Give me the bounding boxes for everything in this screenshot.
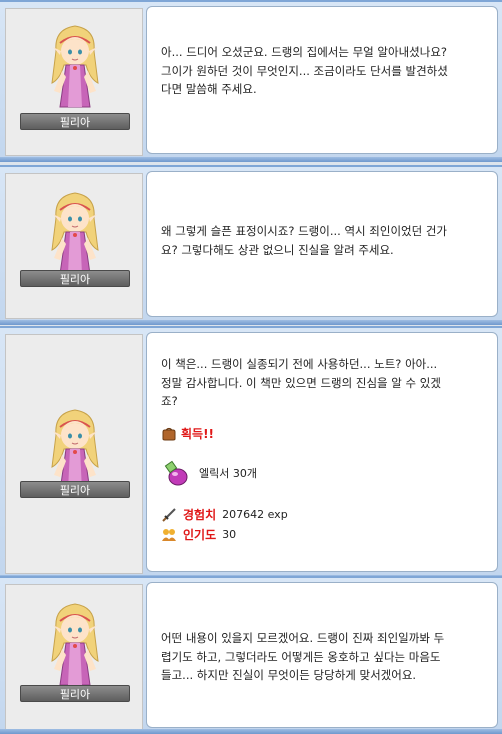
npc-portrait [40, 188, 110, 278]
npc-panel: 필리아 [5, 334, 143, 574]
dialog-text: 왜 그렇게 슬픈 표정이시죠? 드랭이... 역시 죄인이었던 건가 요? 그렇… [161, 224, 447, 257]
dialog-text-box: 왜 그렇게 슬픈 표정이시죠? 드랭이... 역시 죄인이었던 건가 요? 그렇… [146, 171, 498, 317]
npc-nameplate: 필리아 [20, 270, 130, 287]
exp-label: 경험치 [183, 508, 217, 522]
dialog-text: 아... 드디어 오셨군요. 드랭의 집에서는 무얼 알아내셨나요? 그이가 원… [161, 45, 448, 96]
npc-nameplate: 필리아 [20, 481, 130, 498]
exp-value: 207642 exp [222, 508, 288, 521]
fame-label: 인기도 [183, 528, 217, 542]
dialog-text-box: 아... 드디어 오셨군요. 드랭의 집에서는 무얼 알아내셨나요? 그이가 원… [146, 6, 498, 154]
reward-item-name: 엘릭서 30개 [199, 467, 257, 480]
npc-dialog-3: 필리아 이 책은... 드랭이 실종되기 전에 사용하던... 노트? 아아..… [0, 326, 502, 580]
fame-people-icon [162, 528, 176, 541]
sword-icon [162, 507, 176, 522]
npc-nameplate: 필리아 [20, 685, 130, 702]
bag-icon [162, 427, 176, 440]
dialog-text-box: 어떤 내용이 있을지 모르겠어요. 드랭이 진짜 죄인일까봐 두 렵기도 하고,… [146, 582, 498, 728]
npc-nameplate: 필리아 [20, 113, 130, 130]
npc-dialog-stack: 필리아 아... 드디어 오셨군요. 드랭의 집에서는 무얼 알아내셨나요? 그… [0, 0, 502, 734]
dialog-text: 이 책은... 드랭이 실종되기 전에 사용하던... 노트? 아아... 정말… [161, 357, 441, 408]
npc-portrait [40, 21, 110, 111]
npc-dialog-2: 필리아 왜 그렇게 슬픈 표정이시죠? 드랭이... 역시 죄인이었던 건가 요… [0, 165, 502, 325]
dialog-text-box: 이 책은... 드랭이 실종되기 전에 사용하던... 노트? 아아... 정말… [146, 332, 498, 572]
npc-panel: 필리아 [5, 584, 143, 730]
npc-panel: 필리아 [5, 8, 143, 156]
reward-exp-row: 경험치 207642 exp [161, 506, 288, 523]
reward-title: 획득!! [181, 427, 215, 441]
npc-panel: 필리아 [5, 173, 143, 319]
npc-portrait [40, 599, 110, 689]
reward-item-row: 엘릭서 30개 [161, 459, 257, 487]
elixir-icon [164, 460, 188, 486]
npc-dialog-1: 필리아 아... 드디어 오셨군요. 드랭의 집에서는 무얼 알아내셨나요? 그… [0, 0, 502, 162]
reward-title-row: 획득!! [161, 425, 220, 442]
fame-value: 30 [222, 528, 237, 541]
dialog-text: 어떤 내용이 있을지 모르겠어요. 드랭이 진짜 죄인일까봐 두 렵기도 하고,… [161, 631, 445, 682]
npc-dialog-4: 필리아 어떤 내용이 있을지 모르겠어요. 드랭이 진짜 죄인일까봐 두 렵기도… [0, 576, 502, 734]
reward-fame-row: 인기도 30 [161, 526, 236, 543]
